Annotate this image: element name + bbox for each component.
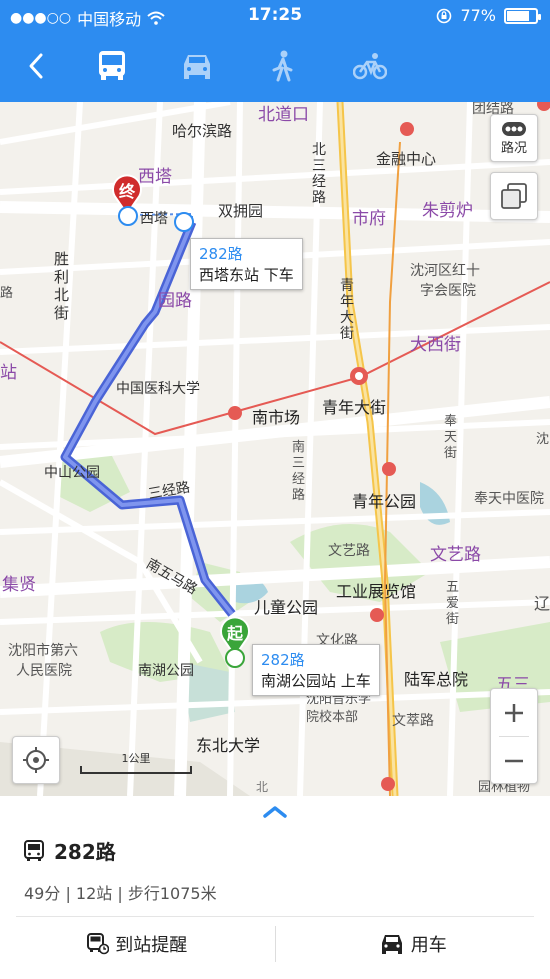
traffic-button[interactable]: 路况 xyxy=(490,114,538,162)
car-icon xyxy=(381,935,402,954)
traffic-label: 路况 xyxy=(500,140,527,156)
transport-mode-bar xyxy=(0,32,550,102)
map-label: 哈尔滨路 xyxy=(172,122,233,140)
map-label: 沈阳市第六 xyxy=(8,643,78,659)
traffic-icon xyxy=(502,121,526,136)
map-label: 字会医院 xyxy=(420,283,476,299)
bus-icon xyxy=(99,51,125,80)
map-label: 大西街 xyxy=(410,335,461,355)
top-header: ●●●○○ 中国移动 17:25 77% xyxy=(0,0,550,102)
map-label: 儿童公园 xyxy=(254,598,319,617)
map-label: 文艺路 xyxy=(430,545,481,565)
map-label: 南市场 xyxy=(252,408,301,427)
map-label: 中国医科大学 xyxy=(116,381,200,397)
plus-icon xyxy=(505,703,523,722)
map-label: 青年大街 xyxy=(340,278,354,342)
map-label: 北道口 xyxy=(258,105,309,125)
start-walk-stop-icon xyxy=(225,648,245,668)
chevron-up-icon xyxy=(263,806,287,818)
map-label: 青年大街 xyxy=(322,398,387,417)
scale-bar xyxy=(80,766,192,774)
map-label: 工业展览馆 xyxy=(336,582,417,601)
map-label: 南湖公园 xyxy=(138,663,194,679)
divider xyxy=(16,916,534,917)
back-chevron-icon xyxy=(29,53,43,79)
map-label: 双拥园 xyxy=(218,202,264,220)
start-stop-callout[interactable]: 282路 南湖公园站 上车 xyxy=(252,644,380,696)
route-title: 282路 xyxy=(24,836,116,865)
mode-bus-button[interactable] xyxy=(92,46,132,86)
callout-stop-name: 南湖公园站 上车 xyxy=(261,672,371,690)
map-label: 站 xyxy=(0,363,17,383)
rotation-lock-icon xyxy=(437,8,452,23)
map-label: 辽 xyxy=(534,594,550,613)
map-label: 市府 xyxy=(352,209,386,229)
mode-bike-button[interactable] xyxy=(350,46,390,86)
callout-route-name: 282路 xyxy=(199,245,243,263)
callout-stop-name: 西塔东站 下车 xyxy=(199,266,294,284)
callout-route-name: 282路 xyxy=(261,651,305,669)
battery-icon xyxy=(504,7,541,24)
map-label: 园路 xyxy=(158,291,192,311)
ride-hailing-button[interactable]: 用车 xyxy=(276,922,550,966)
xita-east-stop-icon xyxy=(174,212,194,232)
map-label: 陆军总院 xyxy=(404,670,469,689)
map-label: 沈 xyxy=(536,432,550,447)
ride-hailing-label: 用车 xyxy=(410,935,447,956)
route-name: 282路 xyxy=(54,840,116,864)
map-label: 沈河区红十 xyxy=(410,263,480,279)
route-panel: 282路 49分 | 12站 | 步行1075米 到站提醒 用车 xyxy=(0,796,550,979)
mode-car-button[interactable] xyxy=(177,46,217,86)
start-marker-label: 起 xyxy=(226,624,243,643)
battery-percent: 77% xyxy=(460,6,496,25)
map-label: 西塔 xyxy=(140,211,168,227)
arrival-reminder-button[interactable]: 到站提醒 xyxy=(0,922,275,966)
map-label: 文萃路 xyxy=(392,713,434,729)
map-scale: 1公里 xyxy=(80,750,192,778)
end-marker-label: 终 xyxy=(118,182,135,201)
zoom-controls xyxy=(490,688,538,784)
bike-icon xyxy=(353,53,387,80)
map-label: 奉天中医院 xyxy=(474,491,544,507)
end-walk-stop-icon xyxy=(118,206,138,226)
map-label: 南三经路 xyxy=(292,440,306,503)
map-label: 人民医院 xyxy=(16,663,72,679)
walk-icon xyxy=(272,50,293,82)
bus-icon xyxy=(24,839,44,861)
map-label: 青年公园 xyxy=(352,492,417,511)
map-view[interactable]: 北道口 哈尔滨路 金融中心 西塔 西塔 双拥园 市府 朱剪炉 北三经路 沈河区红… xyxy=(0,102,550,796)
back-button[interactable] xyxy=(16,46,56,86)
status-right: 77% xyxy=(436,6,541,25)
end-stop-callout[interactable]: 282路 西塔东站 下车 xyxy=(190,238,303,290)
map-label: 金融中心 xyxy=(376,150,437,168)
map-label: 北三经路 xyxy=(312,142,326,206)
crosshair-icon xyxy=(23,747,49,773)
arrival-reminder-label: 到站提醒 xyxy=(115,935,188,956)
minus-icon xyxy=(505,759,523,762)
expand-panel-button[interactable] xyxy=(262,804,288,823)
zoom-out-button[interactable] xyxy=(491,737,537,784)
map-label: 集贤 xyxy=(2,575,36,595)
map-label: 北 xyxy=(256,780,269,794)
zoom-in-button[interactable] xyxy=(491,689,537,736)
map-label: 文艺路 xyxy=(328,543,370,559)
map-label: 朱剪炉 xyxy=(422,201,473,221)
map-label: 路 xyxy=(0,286,14,301)
map-label: 胜利北街 xyxy=(54,250,70,322)
map-label: 奉天街 xyxy=(444,414,458,461)
layers-icon xyxy=(501,183,527,209)
map-label: 中山公园 xyxy=(44,465,100,481)
locate-button[interactable] xyxy=(12,736,60,784)
scale-label: 1公里 xyxy=(121,752,151,765)
panel-actions: 到站提醒 用车 xyxy=(0,922,550,966)
layers-button[interactable] xyxy=(490,172,538,220)
mode-walk-button[interactable] xyxy=(263,46,303,86)
map-label: 东北大学 xyxy=(196,736,261,755)
map-label: 五爱街 xyxy=(446,580,460,627)
status-bar: ●●●○○ 中国移动 17:25 77% xyxy=(0,0,550,32)
map-label: 院校本部 xyxy=(306,710,359,725)
route-summary: 49分 | 12站 | 步行1075米 xyxy=(24,884,217,903)
bus-alarm-icon xyxy=(87,933,110,955)
car-icon xyxy=(184,55,210,79)
